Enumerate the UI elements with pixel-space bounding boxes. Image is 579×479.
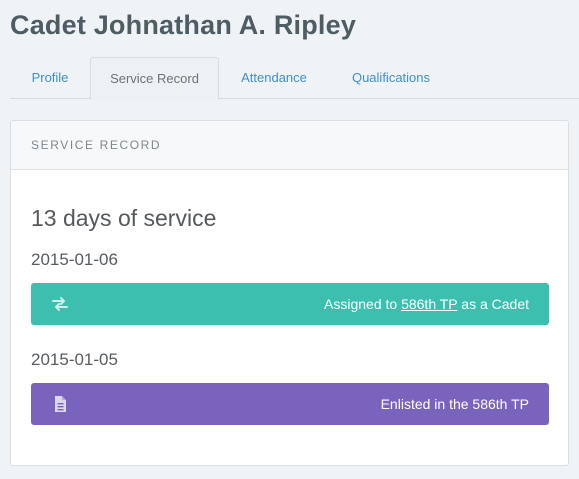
tab-attendance[interactable]: Attendance <box>219 57 329 99</box>
page-title: Cadet Johnathan A. Ripley <box>10 10 357 40</box>
entry-text-suffix: as a Cadet <box>457 296 529 312</box>
entry-text-prefix: Assigned to <box>324 296 402 312</box>
document-icon <box>51 395 69 413</box>
entry-date: 2015-01-06 <box>31 250 118 269</box>
tab-profile[interactable]: Profile <box>10 57 90 99</box>
entry-date: 2015-01-05 <box>31 350 118 369</box>
unit-link[interactable]: 586th TP <box>401 296 457 312</box>
exchange-icon <box>51 295 69 313</box>
panel-header: SERVICE RECORD <box>11 121 568 170</box>
tab-qualifications[interactable]: Qualifications <box>329 57 453 99</box>
entry-text: Assigned to 586th TP as a Cadet <box>324 283 529 325</box>
service-summary: 13 days of service <box>31 205 217 231</box>
tab-bar: Profile Service Record Attendance Qualif… <box>10 57 579 100</box>
assignment-entry: Assigned to 586th TP as a Cadet <box>31 283 549 325</box>
tab-service-record[interactable]: Service Record <box>90 57 219 100</box>
entry-text: Enlisted in the 586th TP <box>380 396 529 412</box>
service-record-panel: SERVICE RECORD 13 days of service 2015-0… <box>10 120 569 466</box>
enlistment-entry: Enlisted in the 586th TP <box>31 383 549 425</box>
